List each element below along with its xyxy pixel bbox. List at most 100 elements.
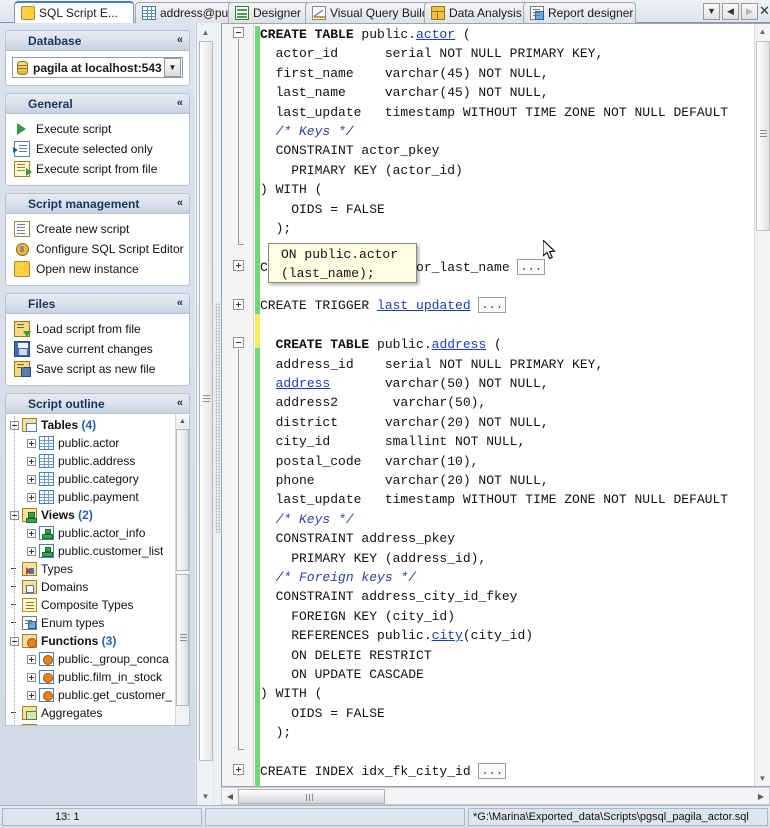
outline-item-functions[interactable]: Functions (3) (6, 632, 175, 650)
tab-sql-script-editor[interactable]: SQL Script E... (14, 1, 134, 23)
sidebar-scroll-thumb[interactable] (199, 41, 213, 761)
outline-item-public-customer-list[interactable]: public.customer_list (6, 542, 175, 560)
outline-item-domains[interactable]: Domains (6, 578, 175, 596)
outline-item-types[interactable]: Types (6, 560, 175, 578)
scroll-down-icon[interactable]: ▼ (198, 788, 213, 804)
code-text: REFERENCES public. (260, 628, 432, 644)
group-database: Database « pagila at localhost:543 ▼ (5, 30, 190, 86)
expand-icon[interactable] (27, 474, 36, 484)
outline-scroll-thumb[interactable] (176, 429, 189, 571)
code-text: OIDS = FALSE (260, 705, 385, 721)
code-line: phone varchar(20) NOT NULL, (260, 471, 753, 490)
outline-item-aggregates[interactable]: Aggregates (6, 704, 175, 722)
code-link[interactable]: address (276, 376, 331, 391)
code-text: city_id smallint NOT NULL, (260, 434, 526, 450)
execute-selected-icon (13, 141, 30, 157)
command-create-new-script[interactable]: Create new script (6, 219, 189, 239)
database-select[interactable]: pagila at localhost:543 ▼ (12, 57, 183, 78)
code-folding-margin[interactable] (222, 24, 254, 814)
expand-icon[interactable] (27, 438, 36, 448)
outline-item-public-film-in-stock[interactable]: public.film_in_stock (6, 668, 175, 686)
scroll-down-icon[interactable]: ▼ (755, 771, 770, 786)
tab-designer[interactable]: Designer (228, 2, 310, 23)
command-save-current-changes[interactable]: Save current changes (6, 339, 189, 359)
command-open-new-instance[interactable]: Open new instance (6, 259, 189, 279)
scroll-right-icon[interactable]: ▶ (754, 789, 768, 803)
group-general-header[interactable]: General « (5, 93, 190, 114)
outline-item-public-payment[interactable]: public.payment (6, 488, 175, 506)
code-link[interactable]: actor (416, 27, 455, 42)
expand-icon[interactable] (27, 456, 36, 466)
outline-item-public-group-conca[interactable]: public._group_conca (6, 650, 175, 668)
outline-item-composite-types[interactable]: Composite Types (6, 596, 175, 614)
outline-item-public-get-customer-[interactable]: public.get_customer_ (6, 686, 175, 704)
outline-item-tables[interactable]: Tables (4) (6, 416, 175, 434)
scroll-up-icon[interactable]: ▲ (198, 24, 213, 40)
fold-collapse-icon[interactable] (233, 337, 244, 349)
outline-item-public-address[interactable]: public.address (6, 452, 175, 470)
code-link[interactable]: city (432, 628, 463, 643)
expand-icon[interactable] (27, 528, 36, 538)
command-execute-script-from-file[interactable]: Execute script from file (6, 159, 189, 179)
outline-item-label: Sequences (41, 724, 101, 725)
code-line: ) WITH ( (260, 180, 753, 199)
outline-item-sequences[interactable]: Sequences (6, 722, 175, 725)
code-text: /* Keys */ (260, 511, 354, 527)
outline-item-views[interactable]: Views (2) (6, 506, 175, 524)
command-execute-script[interactable]: Execute script (6, 119, 189, 139)
mouse-cursor-icon (543, 240, 556, 260)
ruler-icon (312, 6, 326, 20)
fold-collapse-icon[interactable] (233, 27, 244, 38)
code-link[interactable]: last updated (377, 298, 471, 313)
editor-vertical-scrollbar[interactable]: ▲ ▼ (754, 24, 770, 786)
sidebar-scrollbar[interactable]: ▲ ▼ (196, 23, 213, 805)
command-execute-selected-only[interactable]: Execute selected only (6, 139, 189, 159)
scroll-up-icon[interactable]: ▲ (755, 24, 770, 39)
code-line: city_id smallint NOT NULL, (260, 432, 753, 451)
code-text: ( (455, 27, 471, 42)
outline-item-public-actor-info[interactable]: public.actor_info (6, 524, 175, 542)
code-text: ) WITH ( (260, 182, 323, 198)
fold-expand-icon[interactable] (233, 259, 244, 271)
group-script-management-header[interactable]: Script management « (5, 193, 190, 214)
tab-report-designer[interactable]: Report designer (523, 2, 636, 23)
close-tab-button[interactable]: ✕ (756, 2, 770, 19)
tab-data-analysis[interactable]: Data Analysis (424, 2, 529, 23)
group-script-outline-header[interactable]: Script outline « (5, 393, 190, 414)
expand-icon[interactable] (27, 690, 36, 700)
tab-address-public[interactable]: address@public (135, 2, 234, 23)
panel-splitter[interactable] (214, 23, 221, 805)
tab-prev-button[interactable]: ◀ (722, 3, 739, 20)
command-save-script-as-new-file[interactable]: Save script as new file (6, 359, 189, 379)
sql-code-editor[interactable]: CREATE TABLE public.actor ( actor_id ser… (221, 23, 770, 814)
status-file-path: *G:\Marina\Exported_data\Scripts\pgsql_p… (468, 808, 768, 826)
expand-icon[interactable] (27, 492, 36, 502)
tab-visual-query-builder[interactable]: Visual Query Builder (305, 2, 430, 23)
editor-scroll-thumb[interactable] (756, 41, 770, 231)
group-database-header[interactable]: Database « (5, 30, 190, 51)
editor-hscroll-thumb[interactable] (238, 789, 385, 804)
scroll-left-icon[interactable]: ◀ (223, 789, 237, 803)
expand-icon[interactable] (27, 654, 36, 664)
code-text: last_update timestamp WITHOUT TIME ZONE … (260, 104, 729, 120)
fold-expand-icon[interactable] (233, 764, 244, 776)
sql-script-editor-window: SQL Script E... address@public Designer … (0, 0, 770, 828)
group-files-header[interactable]: Files « (5, 293, 190, 314)
command-configure-sql-script-editor[interactable]: Configure SQL Script Editor (6, 239, 189, 259)
command-load-script-from-file[interactable]: Load script from file (6, 319, 189, 339)
database-select-arrow[interactable]: ▼ (164, 58, 181, 77)
outline-item-enum-types[interactable]: Enum types (6, 614, 175, 632)
scroll-up-icon[interactable]: ▲ (176, 414, 189, 428)
editor-horizontal-scrollbar[interactable]: ◀ ▶ (221, 787, 770, 805)
expand-icon[interactable] (27, 546, 36, 556)
sql-code-text[interactable]: CREATE TABLE public.actor ( actor_id ser… (260, 24, 753, 786)
outline-scroll-thumb-2[interactable] (176, 574, 189, 706)
outline-scrollbar[interactable]: ▲ (175, 414, 189, 725)
expand-icon[interactable] (27, 672, 36, 682)
chevron-up-icon: « (176, 297, 183, 309)
outline-item-public-actor[interactable]: public.actor (6, 434, 175, 452)
fold-expand-icon[interactable] (233, 298, 244, 310)
tab-list-dropdown-button[interactable]: ▼ (703, 3, 720, 20)
code-link[interactable]: address (432, 337, 487, 352)
outline-item-public-category[interactable]: public.category (6, 470, 175, 488)
